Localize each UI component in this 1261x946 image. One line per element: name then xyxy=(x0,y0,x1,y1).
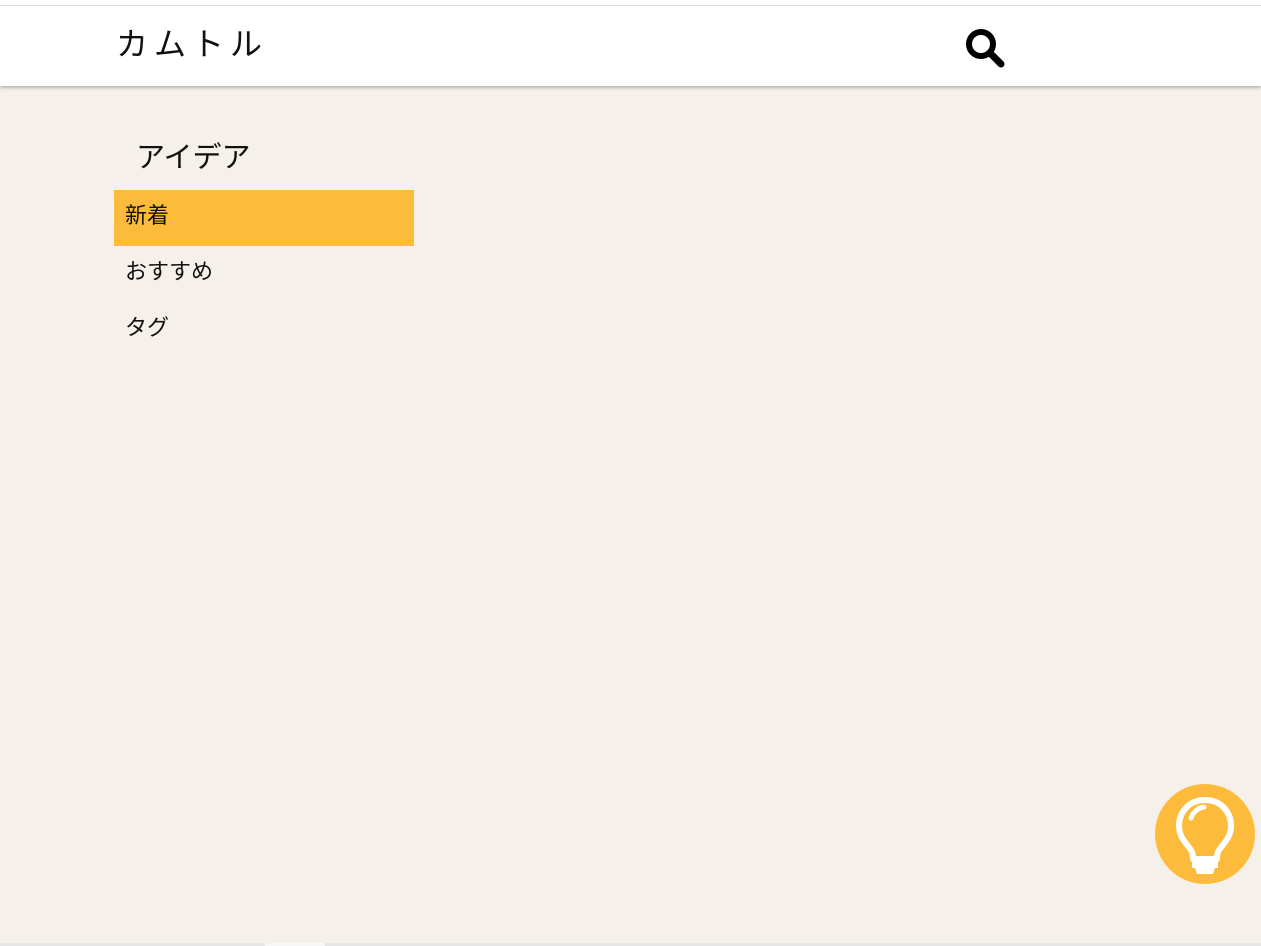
sidebar-title: アイデア xyxy=(136,140,251,174)
sidebar-nav: アイデア 新着 おすすめ タグ xyxy=(114,130,414,358)
lightbulb-icon xyxy=(1176,797,1234,874)
app-header: カムトル xyxy=(0,6,1261,86)
sidebar-item-tags[interactable]: タグ xyxy=(114,302,414,358)
sidebar-item-recommended[interactable]: おすすめ xyxy=(114,246,414,302)
site-logo[interactable]: カムトル xyxy=(116,24,268,64)
idea-fab-button[interactable] xyxy=(1155,784,1255,884)
search-icon xyxy=(966,29,1005,68)
search-button[interactable] xyxy=(962,26,1008,70)
sidebar-item-new[interactable]: 新着 xyxy=(114,190,414,246)
page: カムトル アイデア 新着 おすすめ タグ xyxy=(0,0,1261,946)
